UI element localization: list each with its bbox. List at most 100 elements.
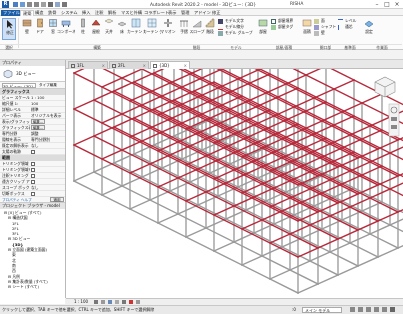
property-edit-button[interactable]: 編集...	[31, 119, 45, 124]
model-group-button[interactable]: モデル グループ	[218, 30, 258, 36]
modify-button[interactable]: 修正	[2, 18, 16, 40]
area-button[interactable]: 面積	[300, 18, 314, 40]
property-value[interactable]: オリジナルを表示	[31, 113, 65, 118]
curtain-grid-icon	[147, 18, 157, 28]
column-icon	[81, 18, 85, 28]
room-icon	[258, 19, 268, 27]
component-button[interactable]: コンポーネント	[57, 18, 75, 40]
property-name: 専門分野	[2, 131, 18, 136]
tab-annotate[interactable]: 注釈	[93, 10, 105, 16]
minimize-icon[interactable]: –	[372, 0, 382, 9]
quick-access-icons[interactable]	[12, 1, 82, 8]
foundation-beam[interactable]	[241, 201, 383, 266]
tab-massing[interactable]: マスと外構	[119, 10, 144, 16]
property-name: 詳細レベル	[2, 107, 21, 112]
property-value[interactable]: 標準	[31, 107, 65, 112]
property-name: 切断ボックス	[2, 191, 25, 196]
navigation-bar-icon[interactable]	[388, 103, 400, 137]
line-icon	[218, 25, 223, 30]
ribbon: 修正 壁 ドア 窓 コンポーネント 柱 屋根 天井 床 カーテン システム カー…	[0, 16, 403, 50]
properties-help-link[interactable]: プロパティ ヘルプ	[2, 198, 32, 203]
property-name: グラフィックス表示	[2, 125, 30, 130]
ceiling-icon	[104, 18, 114, 24]
by-face-label: 面	[321, 18, 325, 23]
group-icon	[218, 30, 223, 36]
property-value[interactable]: 100	[31, 101, 65, 106]
component-icon	[61, 20, 71, 27]
wall-icon	[22, 19, 32, 27]
mullion-button[interactable]: マリオン	[160, 18, 176, 40]
property-checkbox[interactable]	[31, 191, 35, 196]
property-checkbox[interactable]	[31, 149, 35, 154]
project-browser-tree: ⊟ [0] ビュー (すべて) ⊟ 構造伏図 1FL 2FL 3FL ⊟ 3D ビュー {3…	[0, 209, 65, 304]
curtain-grid-button[interactable]: カーテン グリッド	[143, 18, 161, 40]
property-checkbox[interactable]	[31, 161, 35, 166]
active-model-select[interactable]: メイン モデル	[302, 307, 342, 313]
property-edit-button[interactable]: 編集...	[31, 125, 45, 130]
view-tab-3d[interactable]: {3D} ×	[150, 61, 190, 69]
grid-button[interactable]: 通芯	[338, 24, 360, 30]
property-value[interactable]: 専門分野別	[31, 137, 65, 142]
shaft-icon	[314, 24, 319, 30]
options-bar	[0, 50, 403, 60]
tab-systems[interactable]: システム	[59, 10, 80, 16]
property-checkbox[interactable]	[31, 179, 35, 184]
type-selector[interactable]: 3D ビュー	[0, 66, 65, 82]
view-tab-1fl[interactable]: 1FL ×	[68, 61, 108, 69]
separator-icon	[271, 18, 276, 24]
viewcube-icon[interactable]	[371, 73, 399, 99]
property-value[interactable]: 1 : 100	[31, 95, 65, 100]
property-checkbox[interactable]	[31, 167, 35, 172]
type-select-row: 3D ビュー: {3D} タイプ編集	[0, 82, 65, 89]
tab-insert[interactable]: 挿入	[80, 10, 92, 16]
revit-app-icon[interactable]: R	[2, 1, 9, 8]
view-control-bar: 1 : 100	[66, 298, 403, 305]
tab-steel[interactable]: 鉄骨	[46, 10, 58, 16]
tab-manage[interactable]: 管理	[179, 10, 191, 16]
roof-icon	[91, 19, 101, 26]
property-name: 既定の解析表示	[2, 143, 29, 148]
property-row[interactable]: 太陽の軌跡	[0, 149, 65, 155]
view-instance-select[interactable]: 3D ビュー: {3D}	[2, 83, 36, 88]
tab-file[interactable]: ファイル	[1, 9, 22, 16]
tag-room-icon	[271, 24, 276, 30]
property-name: 縮尺値 1:	[2, 101, 19, 106]
property-value[interactable]: なし	[31, 143, 65, 148]
set-workplane-button[interactable]: 設定	[362, 18, 376, 40]
tab-analyze[interactable]: 解析	[106, 10, 118, 16]
property-value[interactable]: 調整	[31, 131, 65, 136]
curtain-system-button[interactable]: カーテン システム	[127, 18, 145, 40]
tab-structure[interactable]: 構造	[33, 10, 45, 16]
extent-rows: トリミング領域トリミング領域を表示注釈トリミング遠方クリップ アクティブスコープ…	[0, 161, 65, 197]
maximize-icon[interactable]: □	[382, 0, 392, 9]
railing-icon	[180, 20, 188, 27]
room-button[interactable]: 部屋	[256, 18, 270, 40]
edit-type-button[interactable]: タイプ編集	[39, 83, 65, 88]
stair-button[interactable]: 階段	[203, 18, 217, 40]
view-tab-label: 1FL	[77, 63, 85, 68]
close-icon[interactable]: ×	[392, 0, 402, 9]
room-separator-label: 部屋境界	[278, 18, 294, 23]
user-name[interactable]: RISHA	[290, 2, 303, 7]
tag-room-button[interactable]: 部屋タグ	[271, 24, 301, 30]
apply-button[interactable]: 適用	[50, 197, 64, 203]
set-label: 設定	[365, 29, 373, 34]
property-checkbox[interactable]	[31, 173, 35, 178]
status-message: クリックして選択、TAB キーで他を選択、CTRL キーで追加、SHIFT キー…	[2, 307, 155, 312]
tab-view[interactable]: 表示	[166, 10, 178, 16]
area-icon	[302, 19, 312, 27]
project-browser-header: プロジェクト ブラウザ - model	[0, 203, 65, 209]
cursor-icon	[7, 20, 13, 29]
tab-modify[interactable]: 修正	[210, 10, 222, 16]
property-name: トリミング領域を表示	[2, 167, 30, 172]
structural-frame-model[interactable]	[66, 9, 403, 298]
wall-opening-button[interactable]: 壁	[314, 30, 338, 36]
property-value[interactable]: なし	[31, 185, 65, 190]
view-tab-2fl[interactable]: 2FL ×	[109, 61, 149, 69]
browser-tree-item[interactable]: ⊟ シート (すべて)	[0, 284, 65, 289]
wall-opening-label: 壁	[321, 30, 325, 35]
status-filter-icons[interactable]	[350, 307, 400, 313]
3d-view-canvas[interactable]	[66, 9, 403, 298]
level-icon	[338, 18, 343, 24]
property-name: 遠方クリップ アクティブ	[2, 179, 30, 184]
